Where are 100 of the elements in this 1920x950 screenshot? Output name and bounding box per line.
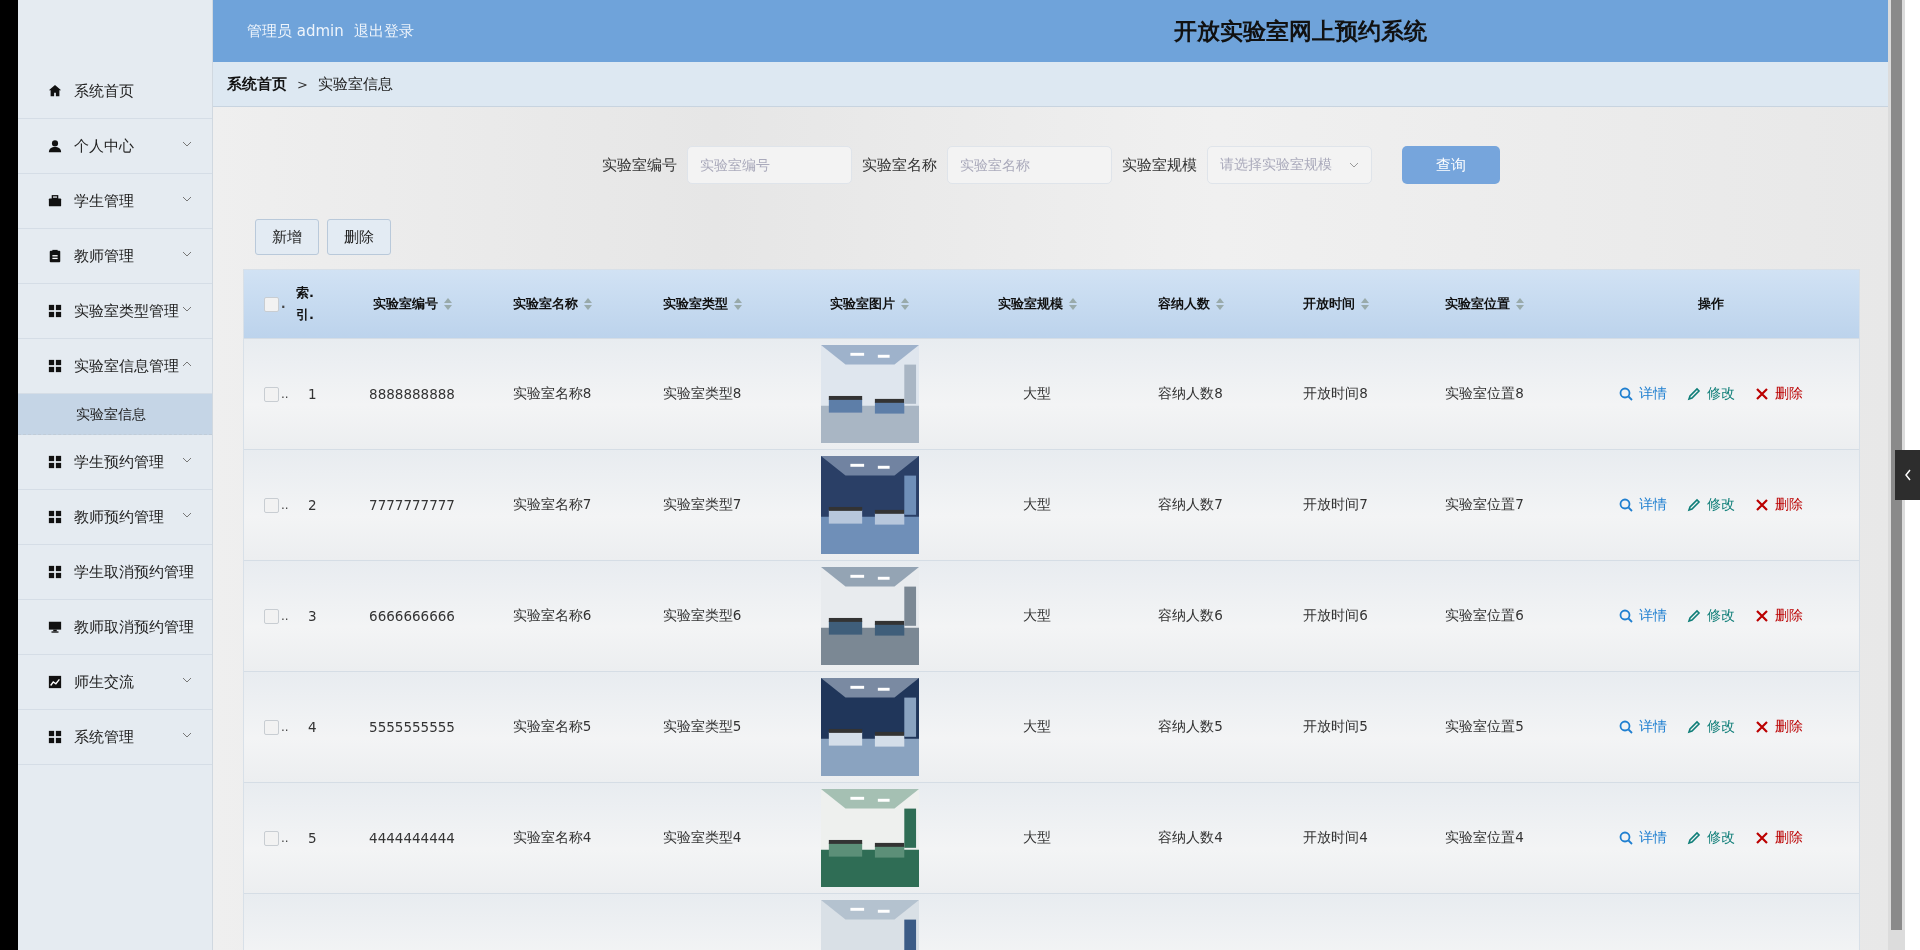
sidebar-item[interactable]: 师生交流	[18, 655, 212, 710]
detail-link[interactable]: 详情	[1618, 718, 1667, 736]
table-cell: 实验室类型4	[662, 829, 742, 847]
table-cell: 开放时间8	[1303, 385, 1368, 403]
column-header: 实验室编号	[372, 295, 438, 313]
sidebar-item[interactable]: 学生管理	[18, 174, 212, 229]
table-cell: 大型	[1023, 607, 1051, 625]
sidebar-label: 教师管理	[74, 246, 134, 266]
column-header: 实验室位置	[1445, 295, 1510, 313]
edit-link[interactable]: 修改	[1686, 607, 1735, 625]
table-cell: 实验室类型7	[662, 496, 742, 514]
delete-link[interactable]: 删除	[1754, 385, 1803, 403]
search-icon	[1618, 831, 1633, 845]
user-icon	[48, 139, 62, 153]
table-cell: 实验室位置4	[1445, 829, 1524, 847]
sidebar-item[interactable]: 教师管理	[18, 229, 212, 284]
sidebar-item[interactable]: 实验室类型管理	[18, 284, 212, 339]
checkbox[interactable]	[264, 608, 279, 624]
table-cell: 1	[308, 386, 317, 402]
pencil-icon	[1686, 720, 1701, 734]
table-cell: 开放时间6	[1303, 607, 1368, 625]
table-cell: 3	[308, 608, 317, 624]
grid-icon	[48, 359, 62, 373]
chevron-down-icon	[182, 196, 192, 202]
table-cell: 4444444444	[369, 830, 455, 846]
sidebar-item[interactable]: 系统管理	[18, 710, 212, 765]
chart-icon	[48, 675, 62, 689]
search-icon	[1618, 720, 1633, 734]
sidebar-item[interactable]: 个人中心	[18, 119, 212, 174]
table-cell: 5	[308, 830, 317, 846]
sidebar-label: 系统首页	[74, 81, 134, 101]
edit-link[interactable]: 修改	[1686, 829, 1735, 847]
table-cell: 5555555555	[369, 719, 455, 735]
table-cell: 开放时间5	[1303, 718, 1368, 736]
table-cell: 实验室名称5	[512, 718, 592, 736]
grid-icon	[48, 510, 62, 524]
chevron-down-icon	[182, 251, 192, 257]
scrollbar[interactable]	[1888, 0, 1905, 950]
column-header: 开放时间	[1302, 295, 1355, 313]
checkbox[interactable]	[264, 719, 279, 735]
sidebar-label: 实验室类型管理	[74, 301, 179, 321]
system-title: 开放实验室网上预约系统	[1173, 16, 1428, 46]
chevron-down-icon	[182, 512, 192, 518]
sidebar-item[interactable]: 学生取消预约管理	[18, 545, 212, 600]
detail-link[interactable]: 详情	[1618, 496, 1667, 514]
table-cell: 容纳人数5	[1158, 718, 1223, 736]
table-cell: 容纳人数6	[1158, 607, 1223, 625]
table-cell: 实验室类型8	[662, 385, 742, 403]
close-icon	[1754, 498, 1769, 512]
table-cell: 实验室名称8	[512, 385, 592, 403]
detail-link[interactable]: 详情	[1618, 829, 1667, 847]
checkbox[interactable]	[264, 830, 279, 846]
delete-link[interactable]: 删除	[1754, 829, 1803, 847]
checkbox[interactable]	[264, 386, 279, 402]
table-cell: 实验室类型5	[662, 718, 742, 736]
delete-link[interactable]: 删除	[1754, 496, 1803, 514]
checkbox[interactable]	[264, 497, 279, 513]
edit-link[interactable]: 修改	[1686, 496, 1735, 514]
sidebar-item[interactable]: 教师取消预约管理	[18, 600, 212, 655]
delete-link[interactable]: 删除	[1754, 607, 1803, 625]
table-cell: 实验室位置7	[1445, 496, 1524, 514]
breadcrumb-current: 实验室信息	[317, 74, 393, 94]
close-icon	[1754, 387, 1769, 401]
column-header: 实验室类型	[662, 295, 728, 313]
column-header: 索.引.	[296, 283, 315, 324]
sidebar-item[interactable]: 教师预约管理	[18, 490, 212, 545]
table-cell: 实验室位置6	[1445, 607, 1524, 625]
submenu-item[interactable]: 实验室信息	[18, 394, 212, 435]
add-button[interactable]: 新增	[255, 219, 319, 255]
pencil-icon	[1686, 498, 1701, 512]
close-icon	[1754, 831, 1769, 845]
table-cell: 大型	[1023, 829, 1051, 847]
table-cell: 大型	[1023, 496, 1051, 514]
detail-link[interactable]: 详情	[1618, 607, 1667, 625]
sidebar-label: 实验室信息管理	[74, 356, 179, 376]
sidebar-item[interactable]: 系统首页	[18, 64, 212, 119]
table-cell: 开放时间7	[1303, 496, 1368, 514]
table-cell: 8888888888	[369, 386, 455, 402]
side-panel-toggle[interactable]	[1895, 450, 1920, 500]
cell-text: ..	[281, 831, 289, 845]
sidebar-item[interactable]: 学生预约管理	[18, 435, 212, 490]
edit-link[interactable]: 修改	[1686, 385, 1735, 403]
checkbox[interactable]	[264, 296, 279, 312]
edit-link[interactable]: 修改	[1686, 718, 1735, 736]
sidebar-label: 个人中心	[74, 136, 134, 156]
search-icon	[1618, 498, 1633, 512]
delete-link[interactable]: 删除	[1754, 718, 1803, 736]
field-label: 实验室名称	[861, 155, 937, 175]
table-cell: 实验室名称4	[512, 829, 592, 847]
cell-text: ..	[281, 609, 289, 623]
detail-link[interactable]: 详情	[1618, 385, 1667, 403]
delete-button[interactable]: 删除	[327, 219, 391, 255]
search-field[interactable]: 实验室编号	[686, 146, 852, 184]
breadcrumb-link[interactable]: 系统首页	[227, 74, 287, 94]
clipboard-icon	[48, 249, 62, 263]
home-icon	[48, 84, 62, 98]
search-icon	[1618, 609, 1633, 623]
search-field[interactable]: 实验室名称	[946, 146, 1112, 184]
table-cell: 2	[308, 497, 317, 513]
pencil-icon	[1686, 387, 1701, 401]
